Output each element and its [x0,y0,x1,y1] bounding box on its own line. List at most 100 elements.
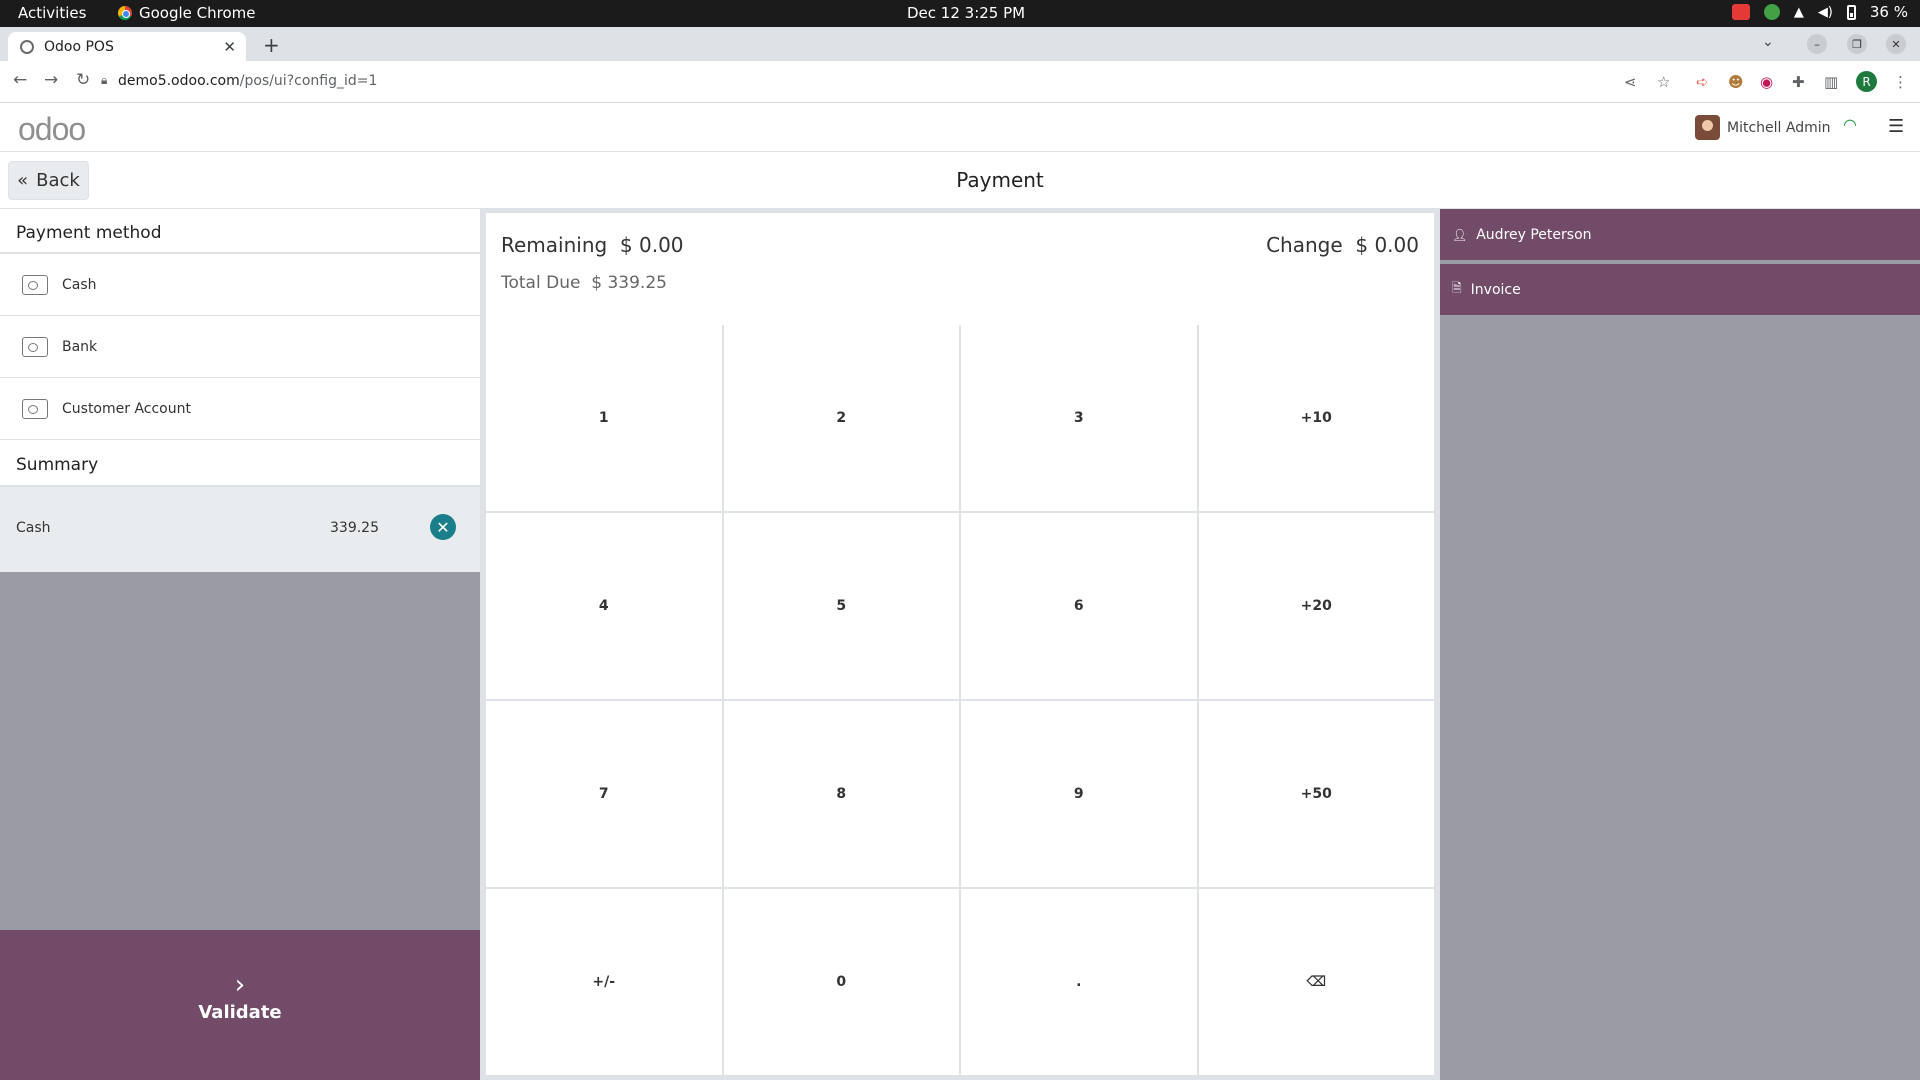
minimize-window-icon[interactable]: – [1807,34,1827,54]
odoo-logo: odoo [18,111,86,147]
system-clock[interactable]: Dec 12 3:25 PM [907,4,1025,22]
cashier-name: Mitchell Admin [1727,119,1831,136]
numpad-key-5[interactable]: 5 [723,513,959,699]
chrome-icon [118,6,132,20]
cash-icon [22,274,48,295]
remaining-amount: Remaining $ 0.00 [501,233,684,257]
connection-status-icon[interactable]: ◠ [1843,115,1857,134]
reload-icon[interactable]: ↻ [76,70,90,90]
customer-name: Audrey Peterson [1476,226,1592,243]
forward-arrow-icon[interactable]: → [44,70,58,90]
numpad-key-sign-toggle[interactable]: +/- [486,889,722,1075]
payment-right-panel: 👤︎ Audrey Peterson 🗎 Invoice [1440,209,1920,1080]
page-title: Payment [956,168,1044,192]
payment-status: Remaining $ 0.00 Change $ 0.00 Total Due… [486,213,1434,325]
numpad-key-3[interactable]: 3 [961,325,1197,511]
wifi-status-icon: ▲ [1793,4,1804,20]
system-tray[interactable]: ▲ ◀) 36 % [1731,3,1908,21]
payment-line-amount: 339.25 [330,520,379,536]
tab-title: Odoo POS [44,38,114,55]
numpad-key-9[interactable]: 9 [961,701,1197,887]
invoice-toggle-button[interactable]: 🗎 Invoice [1440,264,1920,317]
side-panel-icon[interactable]: ▥ [1824,73,1838,91]
numpad-key-plus-50[interactable]: +50 [1198,701,1434,887]
browser-tab[interactable]: Odoo POS ✕ [8,32,246,61]
menu-hamburger-icon[interactable]: ☰ [1888,116,1904,137]
system-top-bar: Activities Google Chrome Dec 12 3:25 PM … [0,0,1920,27]
tab-close-icon[interactable]: ✕ [223,38,236,56]
payment-center-panel: Remaining $ 0.00 Change $ 0.00 Total Due… [480,209,1440,1080]
file-invoice-icon: 🗎 [1452,281,1462,295]
close-window-icon[interactable]: ✕ [1886,34,1906,54]
share-icon[interactable]: ⋖ [1624,73,1637,91]
active-app-name: Google Chrome [139,4,256,22]
screen-share-indicator-icon [1731,4,1750,20]
volume-icon: ◀) [1817,4,1833,20]
customer-button[interactable]: 👤︎ Audrey Peterson [1440,209,1920,262]
change-label: Change [1266,233,1343,257]
numpad-key-8[interactable]: 8 [723,701,959,887]
restore-window-icon[interactable]: ❐ [1847,34,1867,54]
extensions-puzzle-icon[interactable]: ✚ [1792,73,1805,91]
numpad-key-plus-10[interactable]: +10 [1198,325,1434,511]
back-arrow-icon[interactable]: ← [13,70,27,90]
extension-character-icon[interactable]: ☻ [1728,73,1744,91]
bookmark-star-icon[interactable]: ☆ [1657,73,1670,91]
update-indicator-icon [1763,4,1780,20]
payment-line[interactable]: Cash 339.25 ✕ [0,487,480,572]
user-icon: 👤︎ [1452,227,1468,242]
numpad-key-2[interactable]: 2 [723,325,959,511]
tab-search-chevron-down-icon[interactable]: ⌄ [1762,34,1774,50]
browser-menu-icon[interactable]: ⋮ [1893,73,1908,91]
payment-method-bank[interactable]: Bank [0,316,480,378]
validate-label: Validate [198,1002,282,1023]
cashier-selector[interactable]: Mitchell Admin [1695,115,1831,140]
payment-method-label: Customer Account [62,400,191,417]
active-app-menu[interactable]: Google Chrome [118,4,256,22]
numpad-key-0[interactable]: 0 [723,889,959,1075]
numpad-key-plus-20[interactable]: +20 [1198,513,1434,699]
total-due-label: Total Due [501,273,581,293]
numpad-key-4[interactable]: 4 [486,513,722,699]
extension-arrow-icon[interactable]: ➪ [1696,73,1709,91]
total-due-value: $ 339.25 [591,273,667,293]
url-path: /pos/ui?config_id=1 [239,73,378,89]
url-host: demo5.odoo.com [118,73,240,89]
browser-tab-strip: Odoo POS ✕ [0,27,1920,61]
bank-card-icon [22,336,48,357]
tab-favicon-icon [20,39,34,54]
remaining-label: Remaining [501,233,608,257]
invoice-label: Invoice [1470,281,1521,298]
chevron-right-icon: › [234,970,246,1000]
new-tab-icon[interactable]: + [263,33,280,57]
delete-payment-line-icon[interactable]: ✕ [430,514,456,540]
payment-method-label: Cash [62,276,97,293]
numpad-key-7[interactable]: 7 [486,701,722,887]
change-amount: Change $ 0.00 [1266,233,1419,257]
numpad-backspace-icon[interactable]: ⌫ [1198,889,1434,1075]
payment-method-label: Bank [62,338,98,355]
avatar [1695,115,1720,140]
total-due: Total Due $ 339.25 [501,273,667,293]
payment-method-cash[interactable]: Cash [0,254,480,316]
payment-method-customer-account[interactable]: Customer Account [0,378,480,440]
profile-avatar[interactable]: R [1856,71,1877,92]
validate-button[interactable]: › Validate [0,930,480,1080]
numpad: 1 2 3 +10 4 5 6 +20 7 8 9 +50 +/- 0 . ⌫ [486,325,1434,1075]
customer-account-icon [22,398,48,419]
payment-line-name: Cash [16,520,51,536]
pos-header: odoo Mitchell Admin ◠ ☰ [0,103,1920,152]
browser-toolbar: ← → ↻ 🔒︎ demo5.odoo.com/pos/ui?config_id… [0,61,1920,103]
numpad-key-1[interactable]: 1 [486,325,722,511]
numpad-key-decimal[interactable]: . [961,889,1197,1075]
address-bar[interactable]: demo5.odoo.com/pos/ui?config_id=1 [118,73,377,89]
change-value: $ 0.00 [1355,233,1419,257]
lock-icon[interactable]: 🔒︎ [101,73,107,88]
payment-method-title: Payment method [0,209,480,254]
numpad-key-6[interactable]: 6 [961,513,1197,699]
payment-control-bar: « Back Payment [0,152,1920,209]
extension-circle-icon[interactable]: ◉ [1760,73,1773,91]
battery-level: 36 % [1869,3,1908,21]
remaining-value: $ 0.00 [619,233,684,257]
activities-button[interactable]: Activities [18,4,86,22]
